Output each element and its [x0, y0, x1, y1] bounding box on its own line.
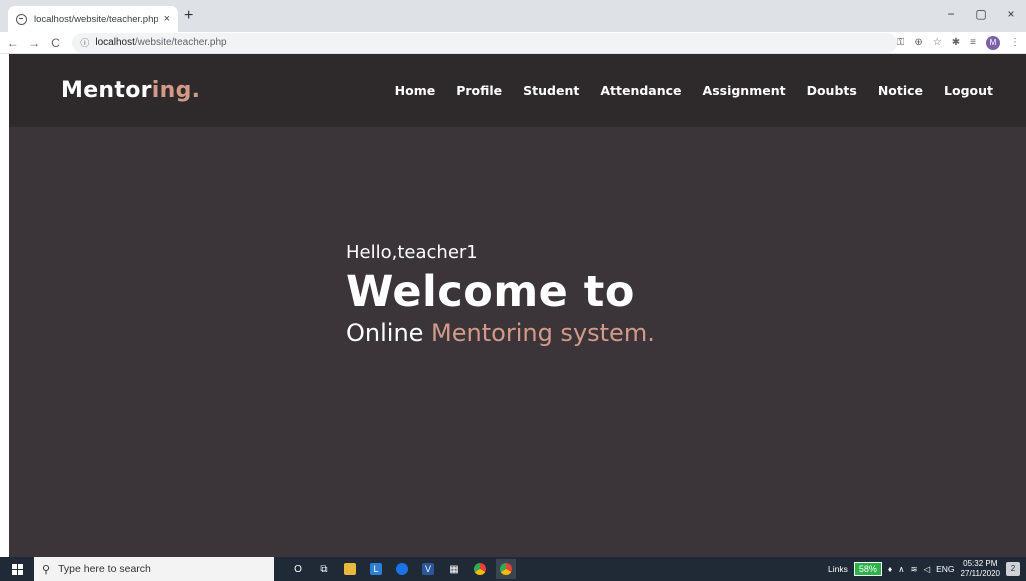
hero-section: Hello,teacher1 Welcome to Online Mentori… — [346, 242, 655, 347]
notification-icon[interactable]: 2 — [1006, 562, 1020, 576]
forward-button[interactable]: → — [25, 36, 42, 50]
nav-home-link[interactable]: Home — [395, 83, 436, 98]
browser-tab[interactable]: localhost/website/teacher.php × — [8, 6, 178, 32]
maximize-button[interactable]: ▢ — [966, 4, 996, 24]
nav-student-link[interactable]: Student — [523, 83, 579, 98]
browser-toolbar: ← → C ⓘ localhost/website/teacher.php ⚿ … — [0, 32, 1026, 54]
clock-date: 27/11/2020 — [960, 569, 1000, 578]
nav-attendance-link[interactable]: Attendance — [600, 83, 681, 98]
reading-list-icon[interactable]: ≡ — [970, 37, 976, 48]
chevron-up-icon[interactable]: ∧ — [898, 564, 904, 575]
nav-profile-link[interactable]: Profile — [456, 83, 502, 98]
new-tab-button[interactable]: + — [184, 8, 193, 24]
taskbar-apps: O ⧉ L V ▦ — [288, 559, 516, 579]
nav-assignment-link[interactable]: Assignment — [703, 83, 786, 98]
search-placeholder: Type here to search — [58, 563, 151, 575]
search-icon: ⚲ — [42, 563, 51, 576]
subline-text: Online Mentoring system. — [346, 319, 655, 347]
app-l-icon[interactable]: L — [366, 559, 386, 579]
star-icon[interactable]: ☆ — [933, 37, 942, 48]
extensions-icon[interactable]: ✱ — [952, 37, 960, 48]
toolbar-actions: ⚿ ⊕ ☆ ✱ ≡ M ⋮ — [897, 35, 1020, 50]
windows-taskbar: ⚲ Type here to search O ⧉ L V ▦ Links 58… — [0, 557, 1026, 581]
key-icon[interactable]: ⚿ — [897, 37, 905, 48]
language-indicator[interactable]: ENG — [936, 564, 954, 574]
browser-tab-strip: localhost/website/teacher.php × + − ▢ × — [0, 0, 1026, 32]
tab-close-button[interactable]: × — [164, 13, 170, 25]
battery-indicator[interactable]: 58% — [853, 562, 882, 576]
clock[interactable]: 05:32 PM 27/11/2020 — [961, 559, 1000, 579]
cortana-icon[interactable]: O — [288, 559, 308, 579]
chrome-active-icon[interactable] — [496, 559, 516, 579]
drop-icon[interactable]: ♦ — [888, 564, 892, 574]
greeting-text: Hello,teacher1 — [346, 242, 478, 263]
back-button[interactable]: ← — [4, 36, 21, 50]
logo-main: Mentor — [61, 78, 152, 103]
close-window-button[interactable]: × — [996, 4, 1026, 24]
site-info-icon[interactable]: ⓘ — [80, 36, 89, 49]
system-tray: Links 58% ♦ ∧ ≋ ◁ ENG 05:32 PM 27/11/202… — [828, 559, 1026, 579]
site-menu: Home Profile Student Attendance Assignme… — [395, 83, 993, 98]
wifi-icon[interactable]: ≋ — [910, 564, 917, 575]
nav-logout-link[interactable]: Logout — [944, 83, 993, 98]
file-explorer-icon[interactable] — [340, 559, 360, 579]
start-button[interactable] — [0, 557, 34, 581]
menu-icon[interactable]: ⋮ — [1010, 37, 1020, 48]
page-viewport: Mentoring. Home Profile Student Attendan… — [9, 54, 1026, 557]
url-host: localhost — [95, 37, 135, 48]
reload-button[interactable]: C — [47, 36, 64, 50]
globe-icon — [16, 13, 27, 25]
minimize-button[interactable]: − — [936, 4, 966, 24]
address-bar[interactable]: ⓘ localhost/website/teacher.php — [72, 32, 897, 53]
site-logo[interactable]: Mentoring. — [61, 78, 200, 103]
calculator-icon[interactable]: ▦ — [444, 559, 464, 579]
tab-title: localhost/website/teacher.php — [34, 13, 158, 25]
url-path: /website/teacher.php — [134, 37, 227, 48]
subline-plain: Online — [346, 319, 432, 347]
logo-accent: ing. — [151, 78, 201, 103]
zoom-icon[interactable]: ⊕ — [914, 37, 922, 48]
nav-doubts-link[interactable]: Doubts — [807, 83, 857, 98]
task-view-icon[interactable]: ⧉ — [314, 559, 334, 579]
volume-icon[interactable]: ◁ — [924, 564, 931, 575]
links-toolbar[interactable]: Links — [828, 564, 848, 574]
taskbar-search[interactable]: ⚲ Type here to search — [34, 557, 274, 581]
app-vs-icon[interactable]: V — [418, 559, 438, 579]
chrome-icon[interactable] — [470, 559, 490, 579]
clock-time: 05:32 PM — [963, 559, 998, 568]
app-globe-icon[interactable] — [392, 559, 412, 579]
nav-notice-link[interactable]: Notice — [878, 83, 923, 98]
welcome-heading: Welcome to — [346, 267, 635, 317]
site-navbar: Mentoring. Home Profile Student Attendan… — [9, 54, 1026, 127]
window-controls: − ▢ × — [936, 4, 1026, 24]
windows-logo-icon — [11, 563, 23, 575]
subline-accent: Mentoring system. — [431, 319, 655, 347]
profile-avatar[interactable]: M — [986, 35, 1000, 50]
